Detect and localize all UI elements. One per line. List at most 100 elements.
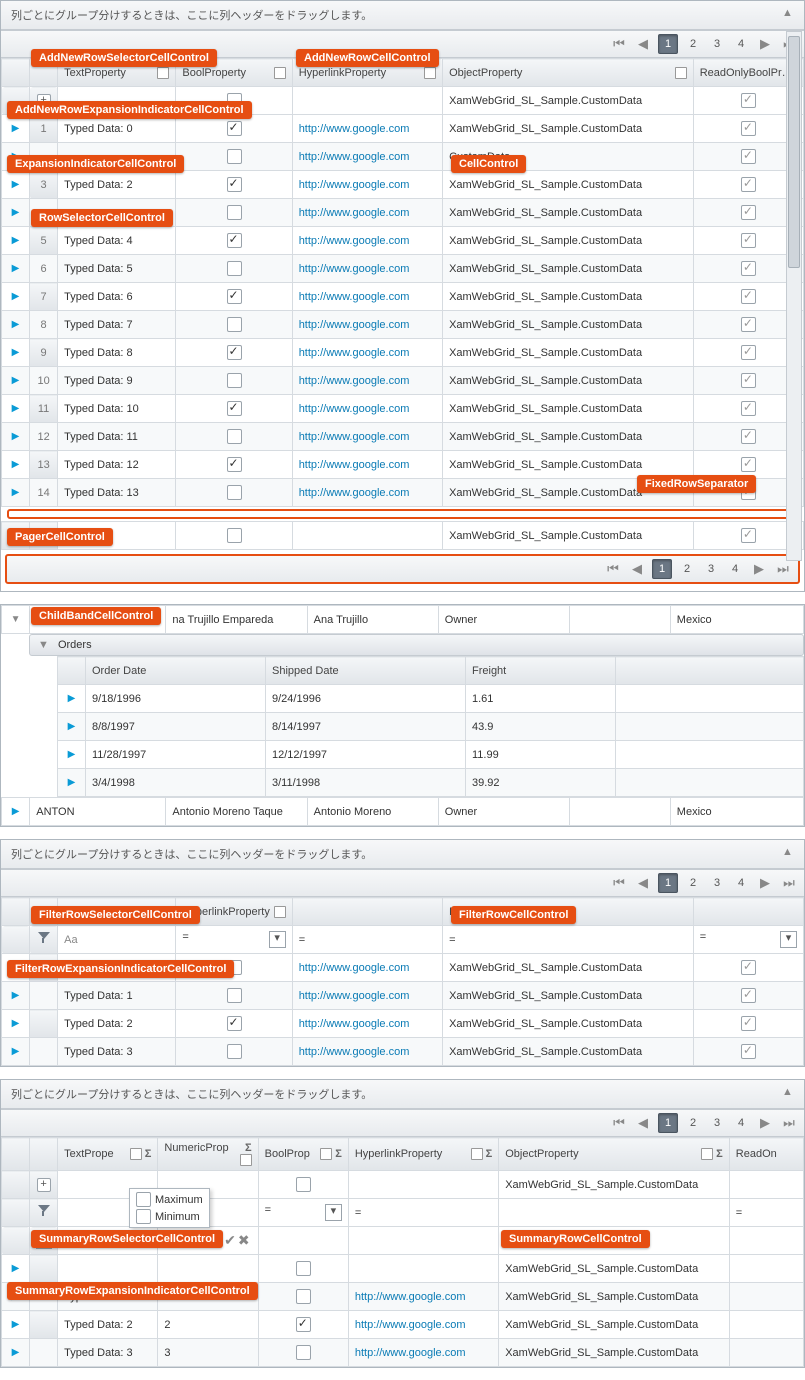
cell-bool[interactable] [176,1038,292,1066]
table-row[interactable]: ▶3Typed Data: 2http://www.google.comXamW… [2,171,804,199]
cell-orderdate[interactable]: 11/28/1997 [86,741,266,769]
filter-object[interactable]: = [443,926,694,954]
cell-hyper[interactable]: http://www.google.com [292,423,442,451]
cell-bool[interactable] [176,227,292,255]
cell-bool[interactable] [176,982,292,1010]
col-shipped[interactable]: Shipped Date [266,657,466,685]
col-readon[interactable]: ReadOn [729,1138,803,1171]
cell-hyper[interactable]: http://www.google.com [292,954,442,982]
pager-page[interactable]: 3 [702,560,720,578]
cell-object[interactable]: XamWebGrid_SL_Sample.CustomData [443,1038,694,1066]
pin-icon[interactable] [701,1148,713,1160]
cell-hyper[interactable]: http://www.google.com [292,311,442,339]
pin-icon[interactable] [471,1148,483,1160]
cell-text[interactable]: Typed Data: 10 [58,395,176,423]
confirm-icon[interactable]: ✔ [224,1232,236,1248]
cell-hyper[interactable]: http://www.google.com [292,143,442,171]
cell-text[interactable]: Typed Data: 12 [58,451,176,479]
expand-icon[interactable]: ▶ [68,777,76,788]
addnew-object[interactable]: XamWebGrid_SL_Sample.CustomData [443,87,694,115]
cell-freight[interactable]: 43.9 [466,713,616,741]
col-bool[interactable]: BoolPropΣ [258,1138,348,1171]
cell-bool[interactable] [176,255,292,283]
col-num[interactable]: NumericPropΣ [158,1138,258,1171]
cell-hyper[interactable]: http://www.google.com [348,1339,498,1367]
cell-object[interactable]: XamWebGrid_SL_Sample.CustomData [499,1311,730,1339]
pin-icon[interactable] [274,67,286,79]
table-row[interactable]: ▶11Typed Data: 10http://www.google.comXa… [2,395,804,423]
cell-hyper[interactable]: http://www.google.com [292,479,442,507]
scrollbar-vertical[interactable] [786,31,802,561]
cell-bool[interactable] [176,199,292,227]
expand-cell[interactable]: ▶ [2,395,30,423]
table-row[interactable]: ▶8Typed Data: 7http://www.google.comXamW… [2,311,804,339]
hyperlink[interactable]: http://www.google.com [299,291,410,303]
table-row[interactable]: ▶6Typed Data: 5http://www.google.comXamW… [2,255,804,283]
cell-object[interactable]: XamWebGrid_SL_Sample.CustomData [443,367,694,395]
cell-hyper[interactable]: http://www.google.com [292,367,442,395]
cell-text[interactable]: Typed Data: 9 [58,367,176,395]
cell-freight[interactable]: 1.61 [466,685,616,713]
table-row[interactable]: ▶5Typed Data: 4http://www.google.comXamW… [2,227,804,255]
pin-icon[interactable] [130,1148,142,1160]
hyperlink[interactable]: http://www.google.com [299,123,410,135]
cell-bool[interactable] [176,479,292,507]
cell-object[interactable]: XamWebGrid_SL_Sample.CustomData [499,1283,730,1311]
expand-cell[interactable]: ▶ [2,423,30,451]
pager-next-icon[interactable]: ▶ [756,35,774,53]
hyperlink[interactable]: http://www.google.com [299,263,410,275]
expand-icon[interactable]: ▶ [12,1263,20,1274]
expand-icon[interactable]: ▼ [11,614,21,625]
hyperlink[interactable]: http://www.google.com [299,235,410,247]
filter-op-icon[interactable]: ▾ [269,931,286,948]
cell-bool[interactable] [176,1010,292,1038]
cell-hyper[interactable] [348,1255,498,1283]
collapse-icon[interactable]: ▲ [782,7,796,21]
cell-hyper[interactable]: http://www.google.com [292,227,442,255]
cell-hyper[interactable]: http://www.google.com [348,1283,498,1311]
cell-hyper[interactable]: http://www.google.com [292,199,442,227]
summary-popup[interactable]: Maximum Minimum [129,1188,210,1228]
pager-first-icon[interactable]: ⏮ [610,1114,628,1132]
cell-text[interactable]: Typed Data: 2 [58,1010,176,1038]
pin-icon[interactable] [424,67,436,79]
cell-bool[interactable] [176,423,292,451]
expand-icon[interactable]: ▶ [12,1046,20,1057]
row-selector[interactable]: 6 [30,255,58,283]
cell-object[interactable]: XamWebGrid_SL_Sample.CustomData [443,395,694,423]
cell-num[interactable] [158,1255,258,1283]
filter-row[interactable]: Aa =▾ = = =▾ [2,926,804,954]
col-hyper[interactable]: HyperlinkPropertyΣ [348,1138,498,1171]
pager-prev-icon[interactable]: ◀ [634,1114,652,1132]
cell-shipped[interactable]: 9/24/1996 [266,685,466,713]
expand-icon[interactable]: ▶ [12,291,20,302]
expand-cell[interactable]: ▶ [2,311,30,339]
filter-selector-cell[interactable] [30,926,58,954]
row-selector[interactable]: 7 [30,283,58,311]
expand-icon[interactable]: ▼ [38,639,49,651]
expand-icon[interactable]: ▶ [12,487,20,498]
cell-hyper[interactable]: http://www.google.com [292,283,442,311]
summary-opt[interactable]: Maximum [132,1191,207,1208]
pager-page[interactable]: 4 [732,35,750,53]
table-row[interactable]: ▶12Typed Data: 11http://www.google.comXa… [2,423,804,451]
hyperlink[interactable]: http://www.google.com [299,207,410,219]
cell-orderdate[interactable]: 3/4/1998 [86,769,266,797]
row-selector[interactable]: 11 [30,395,58,423]
groupby-area[interactable]: 列ごとにグループ分けするときは、ここに列ヘッダーをドラッグします。 ▲ [1,840,804,869]
pager-first-icon[interactable]: ⏮ [610,874,628,892]
fixed-addnew-row[interactable]: + XamWebGrid_SL_Sample.CustomData [2,522,804,550]
pager-page[interactable]: 3 [708,35,726,53]
cell-num[interactable]: 3 [158,1339,258,1367]
cell-text[interactable] [58,1255,158,1283]
pager-page[interactable]: 2 [684,35,702,53]
expand-cell[interactable]: ▶ [2,255,30,283]
table-row[interactable]: ▶8/8/19978/14/199743.9 [58,713,804,741]
table-row[interactable]: ▶Typed Data: 1http://www.google.comXamWe… [2,982,804,1010]
expand-icon[interactable]: ▶ [12,375,20,386]
table-row[interactable]: ▶11/28/199712/12/199711.99 [58,741,804,769]
cell-bool[interactable] [176,367,292,395]
child-band-header[interactable]: ▼ Orders [29,634,804,656]
filter-op-icon[interactable]: ▾ [780,931,797,948]
filter-bool[interactable]: =▾ [176,926,292,954]
